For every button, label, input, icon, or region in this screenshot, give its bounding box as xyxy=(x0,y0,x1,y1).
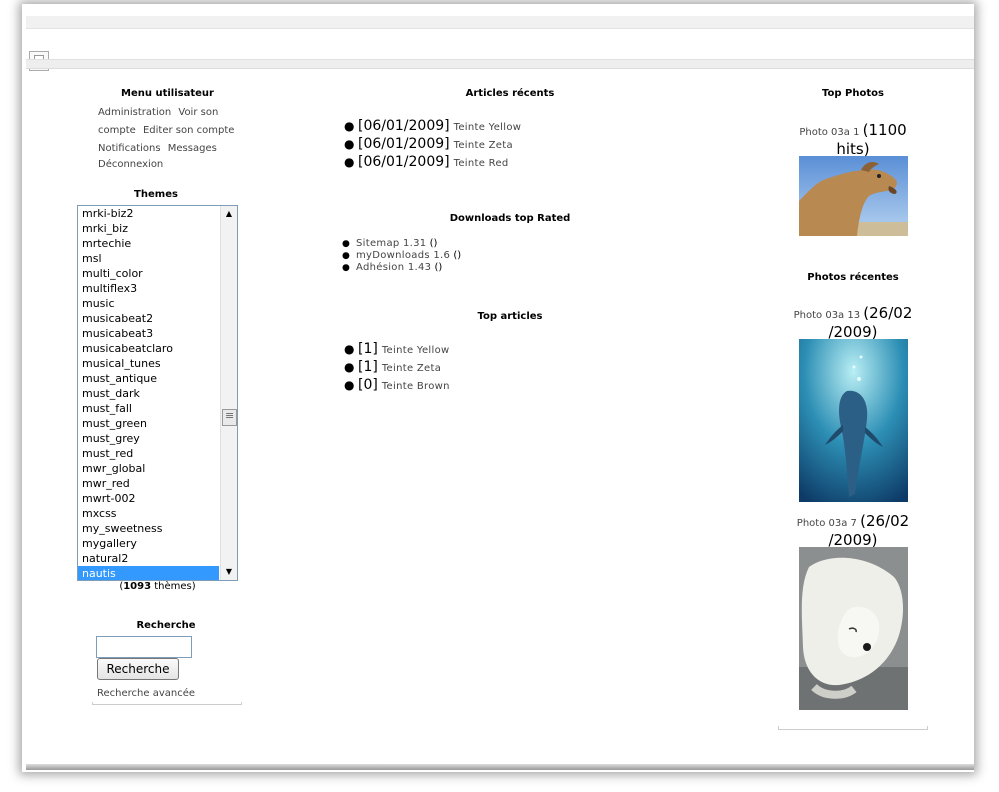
theme-option[interactable]: musicabeat3 xyxy=(78,326,219,341)
theme-option[interactable]: my_sweetness xyxy=(78,521,219,536)
link-edit-account[interactable]: Editer son compte xyxy=(143,125,234,136)
header-bar xyxy=(26,29,974,71)
list-item[interactable]: ● Adhésion 1.43 () xyxy=(342,262,461,274)
theme-option[interactable]: mrki_biz xyxy=(78,221,219,236)
list-item[interactable]: ● [06/01/2009] Teinte Zeta xyxy=(344,134,521,152)
recent-articles-list: ● [06/01/2009] Teinte Yellow ● [06/01/2009]… xyxy=(344,116,521,170)
header-stripe-bottom xyxy=(26,59,974,69)
article-hits: [0] xyxy=(358,377,378,393)
article-link[interactable]: Teinte Brown xyxy=(382,381,450,392)
article-date: [06/01/2009] xyxy=(358,136,450,152)
article-hits: [1] xyxy=(358,341,378,357)
download-link[interactable]: Adhésion 1.43 xyxy=(356,262,431,273)
theme-option[interactable]: mrki-biz2 xyxy=(78,206,219,221)
search-input[interactable] xyxy=(96,636,192,658)
scroll-thumb[interactable] xyxy=(222,409,237,426)
downloads-title: Downloads top Rated xyxy=(449,213,571,224)
list-item[interactable]: ● [1] Teinte Yellow xyxy=(344,339,450,357)
themes-listbox[interactable]: mrki-biz2 mrki_biz mrtechie msl multi_color m… xyxy=(77,205,238,581)
photo-date: (26/02 xyxy=(863,304,913,322)
top-photo-caption[interactable]: Photo 03a 1 (1100 hits) xyxy=(778,122,928,160)
user-menu-title: Menu utilisateur xyxy=(121,88,214,99)
recent-photo-caption[interactable]: Photo 03a 13 (26/02 /2009) xyxy=(778,305,928,343)
article-link[interactable]: Teinte Zeta xyxy=(382,363,441,374)
theme-count-suffix: thèmes xyxy=(154,581,192,592)
theme-option[interactable]: must_antique xyxy=(78,371,219,386)
photo-date: (26/02 xyxy=(860,512,910,530)
user-menu-links: Administration Voir son compte Editer so… xyxy=(98,104,248,158)
search-button[interactable]: Recherche xyxy=(97,658,179,680)
article-hits: [1] xyxy=(358,359,378,375)
search-title: Recherche xyxy=(136,620,196,631)
article-date: [06/01/2009] xyxy=(358,118,450,134)
link-administration[interactable]: Administration xyxy=(98,107,171,118)
theme-option[interactable]: natural2 xyxy=(78,551,219,566)
top-photos-title: Top Photos xyxy=(822,88,884,99)
downloads-list: ● Sitemap 1.31 () ● myDownloads 1.6 () ● Ad… xyxy=(342,238,461,274)
list-item[interactable]: ● [1] Teinte Zeta xyxy=(344,357,450,375)
themes-title: Themes xyxy=(134,189,178,200)
theme-list: mrki-biz2 mrki_biz mrtechie msl multi_color m… xyxy=(78,206,237,580)
theme-option[interactable]: mrtechie xyxy=(78,236,219,251)
download-votes: () xyxy=(453,250,462,261)
theme-option[interactable]: mwr_global xyxy=(78,461,219,476)
article-link[interactable]: Teinte Red xyxy=(454,158,509,169)
theme-option[interactable]: multi_color xyxy=(78,266,219,281)
scroll-up-icon[interactable]: ▲ xyxy=(221,206,237,222)
theme-option[interactable]: music xyxy=(78,296,219,311)
advanced-search-link[interactable]: Recherche avancée xyxy=(97,688,195,699)
photo-name: Photo 03a 1 xyxy=(799,127,860,138)
footer-shade xyxy=(26,764,974,770)
photo-hits: (1100 xyxy=(862,121,907,139)
recent-photos-title: Photos récentes xyxy=(807,272,899,283)
theme-option[interactable]: mygallery xyxy=(78,536,219,551)
theme-option[interactable]: must_green xyxy=(78,416,219,431)
theme-option[interactable]: must_dark xyxy=(78,386,219,401)
article-link[interactable]: Teinte Zeta xyxy=(454,140,513,151)
list-item[interactable]: ● [06/01/2009] Teinte Red xyxy=(344,152,521,170)
link-messages[interactable]: Messages xyxy=(168,143,217,154)
download-votes: () xyxy=(429,238,438,249)
polar-bear-photo[interactable] xyxy=(799,547,908,710)
download-link[interactable]: Sitemap 1.31 xyxy=(356,238,426,249)
theme-option[interactable]: mwrt-002 xyxy=(78,491,219,506)
theme-option[interactable]: mwr_red xyxy=(78,476,219,491)
theme-option[interactable]: musicabeatclaro xyxy=(78,341,219,356)
article-link[interactable]: Teinte Yellow xyxy=(382,345,450,356)
photo-name: Photo 03a 13 xyxy=(793,310,861,321)
theme-option[interactable]: msl xyxy=(78,251,219,266)
list-item[interactable]: ● [0] Teinte Brown xyxy=(344,375,450,393)
theme-count: (1093 thèmes) xyxy=(119,581,196,592)
list-item[interactable]: ● [06/01/2009] Teinte Yellow xyxy=(344,116,521,134)
list-item[interactable]: ● myDownloads 1.6 () xyxy=(342,250,461,262)
themes-scrollbar[interactable]: ▲ ▼ xyxy=(220,206,237,580)
download-link[interactable]: myDownloads 1.6 xyxy=(356,250,450,261)
top-articles-list: ● [1] Teinte Yellow ● [1] Teinte Zeta ● [0] Te… xyxy=(344,339,450,393)
theme-option[interactable]: mxcss xyxy=(78,506,219,521)
list-item[interactable]: ● Sitemap 1.31 () xyxy=(342,238,461,250)
download-votes: () xyxy=(434,262,443,273)
left-column-divider xyxy=(92,702,242,705)
scroll-down-icon[interactable]: ▼ xyxy=(221,564,237,580)
recent-articles-title: Articles récents xyxy=(465,88,555,99)
theme-option[interactable]: multiflex3 xyxy=(78,281,219,296)
article-date: [06/01/2009] xyxy=(358,154,450,170)
top-articles-title: Top articles xyxy=(477,311,543,322)
theme-option[interactable]: musical_tunes xyxy=(78,356,219,371)
theme-option[interactable]: must_grey xyxy=(78,431,219,446)
theme-option[interactable]: must_red xyxy=(78,446,219,461)
link-notifications[interactable]: Notifications xyxy=(98,143,161,154)
theme-option[interactable]: must_fall xyxy=(78,401,219,416)
header-stripe-top xyxy=(26,16,974,29)
photo-name: Photo 03a 7 xyxy=(796,518,857,529)
camel-photo[interactable] xyxy=(799,156,908,236)
right-column-divider xyxy=(778,726,928,730)
theme-option[interactable]: musicabeat2 xyxy=(78,311,219,326)
theme-count-number: 1093 xyxy=(123,581,152,592)
article-link[interactable]: Teinte Yellow xyxy=(454,122,522,133)
theme-option[interactable]: nautis xyxy=(78,566,219,580)
recent-photo-caption[interactable]: Photo 03a 7 (26/02 /2009) xyxy=(778,513,928,551)
link-logout[interactable]: Déconnexion xyxy=(98,159,163,170)
dolphin-photo[interactable] xyxy=(799,339,908,502)
